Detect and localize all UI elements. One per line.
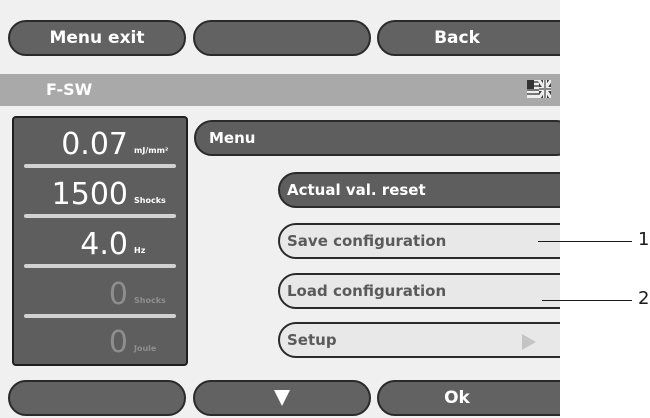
values-panel: 0.07 mJ/mm² 1500 Shocks 4.0 Hz 0 Shocks …: [12, 116, 188, 366]
uk-us-flag-icon[interactable]: [527, 80, 551, 98]
menu-item-label: Actual val. reset: [287, 181, 426, 199]
callout-number-1: 1: [638, 229, 650, 250]
divider: [24, 164, 176, 168]
ok-button[interactable]: Ok: [377, 380, 560, 416]
device-screen: Menu exit Back F-SW 0.07 mJ/mm² 1500 Sho…: [0, 0, 560, 418]
menu-header-button[interactable]: Menu: [194, 120, 560, 156]
blank-bottom-button[interactable]: [8, 380, 186, 416]
divider: [24, 214, 176, 218]
divider: [24, 264, 176, 268]
menu-item-label: Setup: [287, 331, 337, 349]
energy-unit: mJ/mm²: [134, 146, 169, 155]
down-arrow-icon: [274, 390, 290, 406]
callout-line-2: [542, 300, 632, 301]
frequency-value: 4.0: [80, 227, 128, 262]
menu-item-actual-val-reset[interactable]: Actual val. reset: [278, 172, 560, 208]
value-row-shock-count: 0 Shocks: [14, 270, 186, 316]
shocks-unit: Shocks: [134, 196, 166, 205]
menu-item-load-configuration[interactable]: Load configuration: [278, 273, 560, 309]
back-label: Back: [434, 28, 480, 48]
menu-exit-label: Menu exit: [49, 28, 145, 48]
value-row-energy: 0.07 mJ/mm²: [14, 120, 186, 166]
chevron-right-icon: [522, 334, 536, 350]
shock-count-unit: Shocks: [134, 296, 166, 305]
menu-item-setup[interactable]: Setup: [278, 322, 560, 358]
energy-total-unit: Joule: [134, 344, 157, 353]
energy-total-value: 0: [108, 325, 128, 360]
shock-count-value: 0: [108, 277, 128, 312]
title-bar: F-SW: [0, 74, 560, 106]
shocks-value: 1500: [51, 177, 128, 212]
page-title: F-SW: [46, 80, 93, 99]
callout-line-1: [538, 241, 632, 242]
menu-label: Menu: [209, 129, 256, 147]
frequency-unit: Hz: [134, 246, 146, 255]
value-row-shocks: 1500 Shocks: [14, 170, 186, 216]
callout-number-2: 2: [638, 288, 650, 309]
back-button[interactable]: Back: [377, 20, 560, 56]
value-row-energy-total: 0 Joule: [14, 318, 186, 364]
down-button[interactable]: [193, 380, 371, 416]
value-row-frequency: 4.0 Hz: [14, 220, 186, 266]
menu-exit-button[interactable]: Menu exit: [8, 20, 186, 56]
menu-item-label: Save configuration: [287, 232, 447, 250]
blank-top-button[interactable]: [193, 20, 371, 56]
energy-value: 0.07: [61, 127, 128, 162]
menu-item-label: Load configuration: [287, 282, 447, 300]
ok-label: Ok: [444, 388, 470, 408]
menu-item-save-configuration[interactable]: Save configuration: [278, 223, 560, 259]
